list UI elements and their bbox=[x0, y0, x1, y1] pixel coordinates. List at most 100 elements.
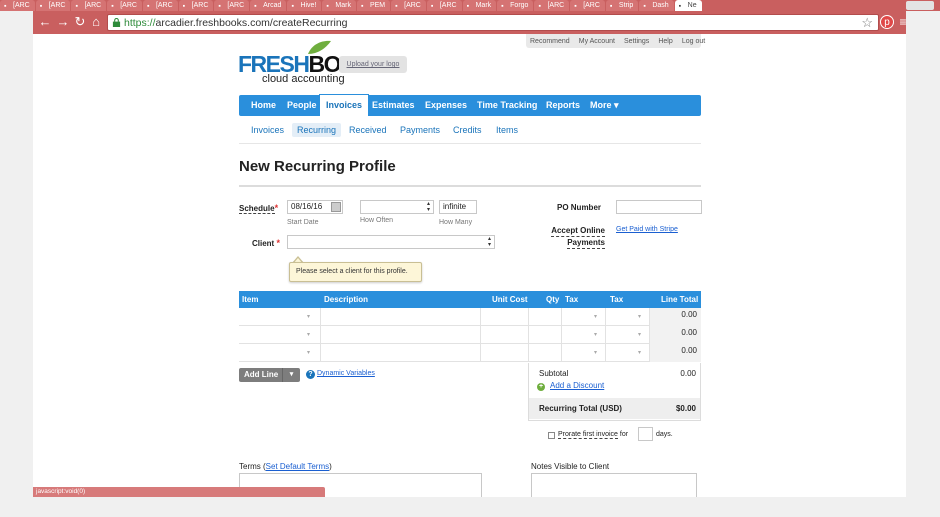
item-select[interactable]: ▾ bbox=[239, 308, 321, 326]
dynamic-variables-link[interactable]: Dynamic Variables bbox=[317, 370, 375, 377]
browser-tab[interactable]: ▪ [ARC bbox=[71, 0, 107, 11]
client-select[interactable]: ▴ ▾ bbox=[287, 235, 495, 249]
calendar-icon[interactable] bbox=[331, 202, 341, 212]
unit-cost-input[interactable] bbox=[481, 326, 529, 344]
browser-tab[interactable]: ▪ [ARC bbox=[534, 0, 570, 11]
subnav-invoices[interactable]: Invoices bbox=[251, 123, 284, 137]
settings-link[interactable]: Settings bbox=[624, 38, 649, 45]
browser-tab[interactable]: ▪ Strip bbox=[605, 0, 639, 11]
description-input[interactable] bbox=[321, 344, 481, 362]
add-line-button[interactable]: Add Line ▾ bbox=[239, 368, 300, 382]
back-icon[interactable]: ← bbox=[38, 15, 52, 29]
title-divider bbox=[239, 185, 701, 187]
tab-favicon-icon: ▪ bbox=[182, 3, 186, 10]
logout-link[interactable]: Log out bbox=[682, 38, 705, 45]
prorate-days-input[interactable] bbox=[638, 427, 653, 441]
browser-tab[interactable]: ▪ [ARC bbox=[0, 0, 35, 11]
help-link[interactable]: Help bbox=[658, 38, 672, 45]
set-default-terms-link[interactable]: Set Default Terms bbox=[266, 462, 329, 471]
nav-estimates[interactable]: Estimates bbox=[372, 95, 415, 116]
chevron-down-icon[interactable]: ▾ bbox=[282, 368, 300, 382]
unit-cost-input[interactable] bbox=[481, 344, 529, 362]
description-input[interactable] bbox=[321, 308, 481, 326]
how-often-select[interactable]: ▴ ▾ bbox=[360, 200, 434, 214]
browser-tab[interactable]: ▪ Forgo bbox=[497, 0, 534, 11]
prorate-checkbox[interactable] bbox=[548, 432, 555, 439]
browser-tab[interactable]: ▪ [ARC bbox=[391, 0, 426, 11]
browser-tab[interactable]: ▪ Mark bbox=[462, 0, 497, 11]
browser-tab-label: [ARC bbox=[547, 2, 565, 9]
nav-more[interactable]: More ▾ bbox=[590, 95, 619, 116]
qty-input[interactable] bbox=[529, 308, 562, 326]
bookmark-star-icon[interactable]: ☆ bbox=[861, 15, 873, 30]
accept-online-payments-label: Accept Online Payments bbox=[551, 226, 605, 249]
browser-tab[interactable]: ▪ Mark bbox=[322, 0, 356, 11]
description-input[interactable] bbox=[321, 326, 481, 344]
browser-tab[interactable]: ▪ Hive! bbox=[287, 0, 322, 11]
item-select[interactable]: ▾ bbox=[239, 326, 321, 344]
subnav-divider bbox=[239, 143, 701, 144]
nav-invoices[interactable]: Invoices bbox=[319, 94, 370, 116]
browser-tab[interactable]: ▪ Dash bbox=[639, 0, 674, 11]
qty-input[interactable] bbox=[529, 326, 562, 344]
tab-favicon-icon: ▪ bbox=[395, 3, 398, 10]
add-discount-icon[interactable]: + bbox=[537, 383, 545, 391]
address-bar[interactable]: https://arcadier.freshbooks.com/createRe… bbox=[107, 14, 879, 31]
subnav-payments[interactable]: Payments bbox=[400, 123, 440, 137]
start-date-input[interactable]: 08/16/16 bbox=[287, 200, 343, 214]
browser-tab-label: Strip bbox=[618, 2, 634, 9]
reload-icon[interactable]: ↻ bbox=[73, 15, 87, 29]
notes-textarea[interactable] bbox=[531, 473, 697, 497]
subtotal-label: Subtotal bbox=[539, 369, 569, 378]
how-many-hint: How Many bbox=[439, 219, 473, 226]
tax2-select[interactable]: ▾ bbox=[606, 344, 650, 362]
tax2-select[interactable]: ▾ bbox=[606, 326, 650, 344]
subnav-credits[interactable]: Credits bbox=[453, 123, 482, 137]
tab-favicon-icon: ▪ bbox=[326, 3, 329, 10]
tax1-select[interactable]: ▾ bbox=[562, 308, 606, 326]
client-label: Client * bbox=[252, 238, 280, 248]
browser-tab[interactable]: ▪ Arcad bbox=[250, 0, 287, 11]
pinterest-icon[interactable]: p bbox=[880, 15, 894, 29]
subnav-recurring[interactable]: Recurring bbox=[292, 123, 342, 137]
upload-logo-button[interactable]: Upload your logo bbox=[339, 56, 407, 73]
po-number-input[interactable] bbox=[616, 200, 702, 214]
tab-favicon-icon: ▪ bbox=[4, 3, 7, 10]
browser-tab[interactable]: ▪ PEM bbox=[356, 0, 391, 11]
nav-people[interactable]: People bbox=[287, 95, 317, 116]
tax2-select[interactable]: ▾ bbox=[606, 308, 650, 326]
leaf-icon bbox=[308, 40, 331, 54]
browser-tab[interactable]: ▪ [ARC bbox=[214, 0, 250, 11]
status-bar: javascript:void(0) bbox=[33, 487, 325, 497]
browser-tab[interactable]: ▪ [ARC bbox=[178, 0, 214, 11]
tab-favicon-icon: ▪ bbox=[643, 3, 646, 10]
browser-tab[interactable]: ▪ [ARC bbox=[35, 0, 71, 11]
nav-time-tracking[interactable]: Time Tracking bbox=[477, 95, 537, 116]
nav-expenses[interactable]: Expenses bbox=[425, 95, 467, 116]
tax1-select[interactable]: ▾ bbox=[562, 326, 606, 344]
qty-input[interactable] bbox=[529, 344, 562, 362]
browser-tab[interactable]: ▪ [ARC bbox=[426, 0, 462, 11]
item-select[interactable]: ▾ bbox=[239, 344, 321, 362]
browser-tab[interactable]: ▪ [ARC bbox=[107, 0, 142, 11]
browser-tab[interactable]: ▪ [ARC bbox=[570, 0, 605, 11]
recommend-link[interactable]: Recommend bbox=[530, 38, 570, 45]
unit-cost-input[interactable] bbox=[481, 308, 529, 326]
browser-tab[interactable]: ▪ [ARC bbox=[142, 0, 178, 11]
forward-icon[interactable]: → bbox=[56, 15, 70, 29]
browser-tab[interactable]: ▪ Ne bbox=[674, 0, 702, 11]
add-discount-link[interactable]: Add a Discount bbox=[550, 381, 604, 390]
subnav-received[interactable]: Received bbox=[349, 123, 387, 137]
profile-button[interactable] bbox=[906, 1, 934, 10]
tax1-select[interactable]: ▾ bbox=[562, 344, 606, 362]
browser-tab-label: Dash bbox=[652, 2, 669, 9]
nav-reports[interactable]: Reports bbox=[546, 95, 580, 116]
account-links: Recommend My Account Settings Help Log o… bbox=[526, 34, 705, 48]
get-paid-with-stripe-link[interactable]: Get Paid with Stripe bbox=[616, 226, 678, 233]
subnav-items[interactable]: Items bbox=[496, 123, 518, 137]
how-many-input[interactable]: infinite bbox=[439, 200, 477, 214]
my-account-link[interactable]: My Account bbox=[579, 38, 615, 45]
home-icon[interactable]: ⌂ bbox=[89, 15, 103, 29]
help-icon[interactable]: ? bbox=[306, 370, 315, 379]
nav-home[interactable]: Home bbox=[251, 95, 276, 116]
